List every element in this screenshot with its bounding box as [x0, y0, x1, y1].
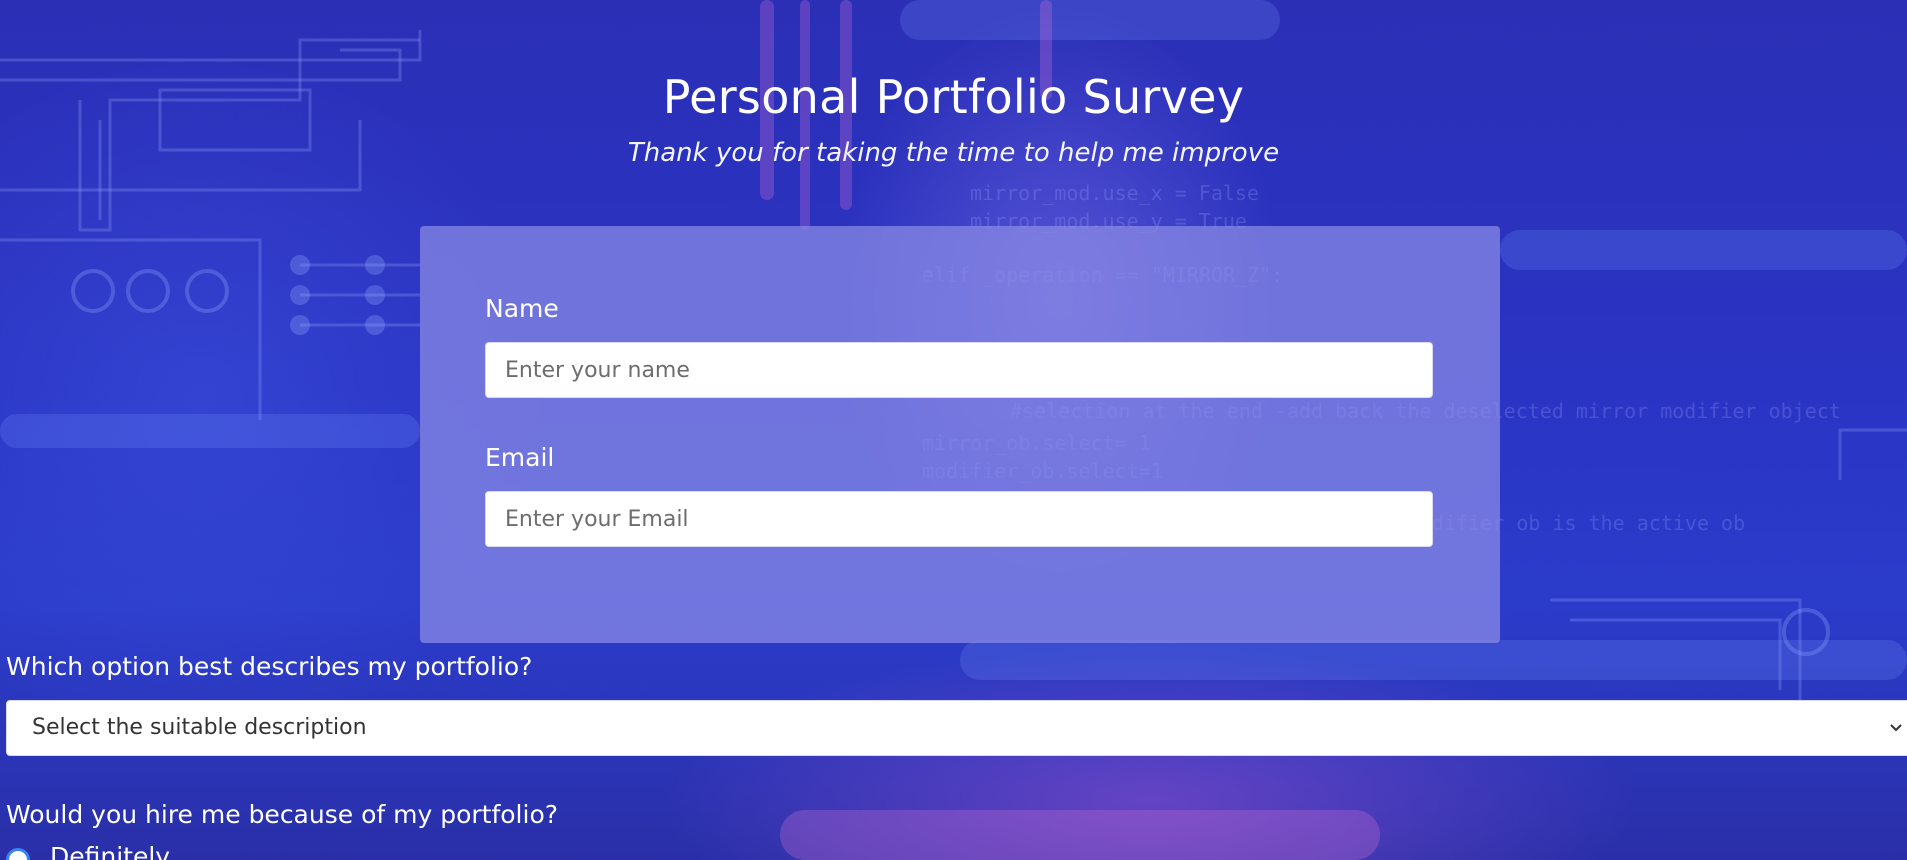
- name-label: Name: [485, 294, 559, 323]
- radio-button[interactable]: [6, 848, 30, 860]
- portfolio-description-select[interactable]: Select the suitable description: [6, 700, 1907, 756]
- select-value: Select the suitable description: [32, 715, 367, 740]
- hire-question: Would you hire me because of my portfoli…: [6, 800, 559, 829]
- svg-text:mirror_mod.use_x = False: mirror_mod.use_x = False: [970, 181, 1259, 205]
- email-input[interactable]: [485, 491, 1433, 547]
- page-subtitle: Thank you for taking the time to help me…: [627, 138, 1280, 168]
- radio-label: Definitely: [50, 842, 171, 860]
- email-label: Email: [485, 443, 555, 472]
- name-input[interactable]: [485, 342, 1433, 398]
- portfolio-description-question: Which option best describes my portfolio…: [6, 652, 533, 681]
- page-title: Personal Portfolio Survey: [662, 70, 1245, 124]
- survey-form-card: Name Email: [420, 226, 1500, 643]
- survey-header: Personal Portfolio Survey Thank you for …: [0, 70, 1907, 168]
- chevron-down-icon: [1890, 724, 1902, 732]
